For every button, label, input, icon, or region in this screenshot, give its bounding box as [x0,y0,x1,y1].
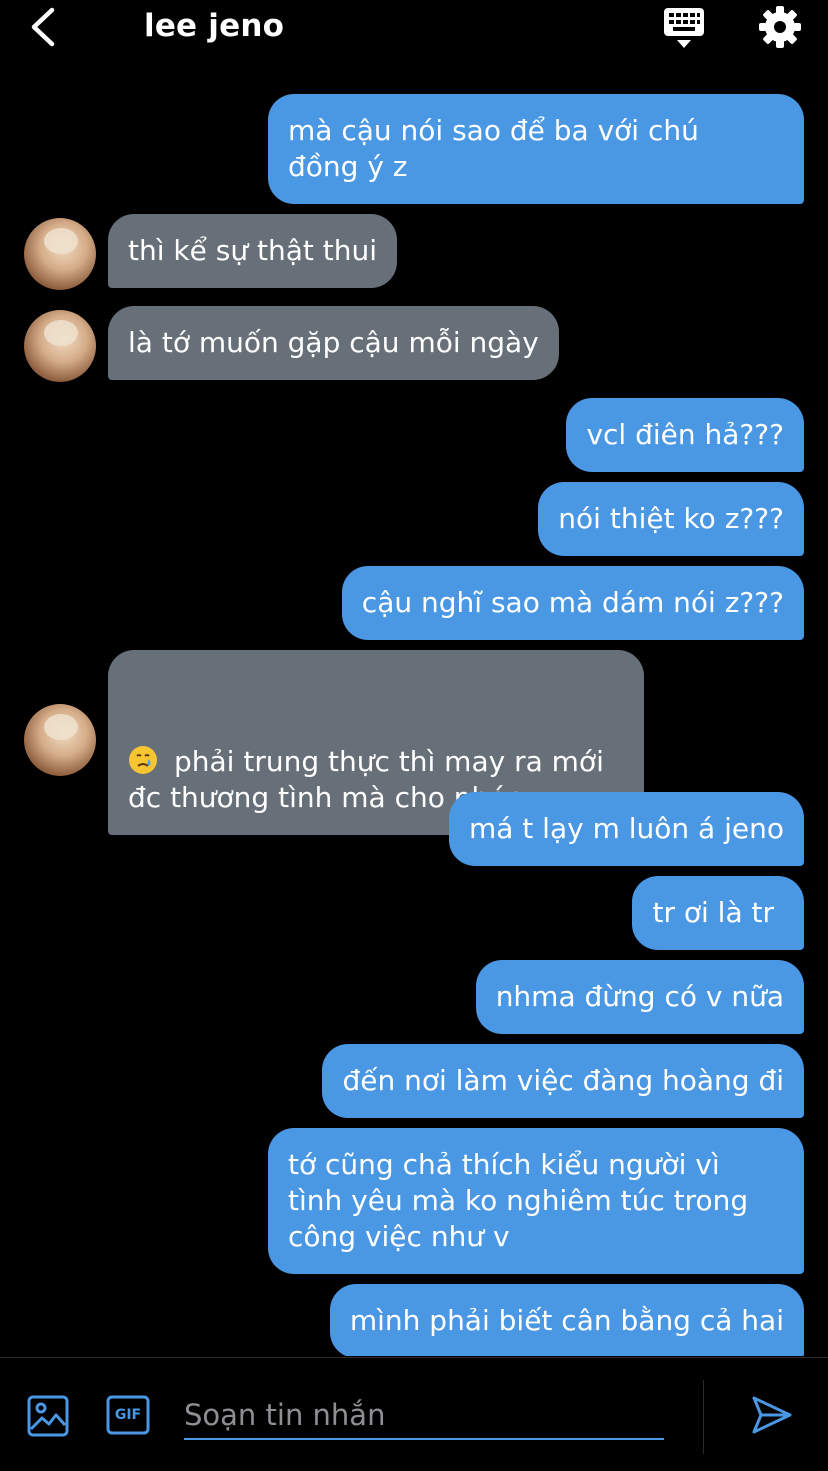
keyboard-icon [664,8,704,48]
sent-message[interactable]: nói thiệt ko z??? [538,482,804,556]
chevron-left-icon [31,7,55,47]
sent-message[interactable]: mà cậu nói sao để ba với chú đồng ý z [268,94,804,204]
sent-message[interactable]: tr ơi là tr [632,876,804,950]
image-icon [27,1395,69,1437]
gear-icon [759,6,801,48]
conversation-title[interactable]: lee jeno [144,6,284,46]
send-icon [752,1396,792,1434]
received-message[interactable]: thì kể sự thật thui [108,214,397,288]
sent-message[interactable]: vcl điên hả??? [566,398,804,472]
gif-button[interactable]: GIF [106,1395,150,1435]
message-input[interactable]: Soạn tin nhắn [184,1390,664,1440]
sent-message[interactable]: mình phải biết cân bằng cả hai [329,1284,804,1356]
gif-label: GIF [114,1407,142,1423]
message-composer: GIF Soạn tin nhắn [0,1357,828,1471]
settings-button[interactable] [756,4,804,50]
contact-avatar[interactable] [24,310,96,382]
crying-face-emoji-icon [128,709,158,774]
sent-message[interactable]: đến nơi làm việc đàng hoàng đi [322,1044,804,1118]
keyboard-toggle-button[interactable] [660,6,708,50]
back-button[interactable] [26,6,66,48]
composer-divider [703,1380,704,1454]
sent-message[interactable]: má t lạy m luôn á jeno [448,792,804,866]
message-list[interactable]: mà cậu nói sao để ba với chú đồng ý z th… [0,56,828,1356]
received-message[interactable]: là tớ muốn gặp cậu mỗi ngày [108,306,559,380]
sent-message[interactable]: cậu nghĩ sao mà dám nói z??? [341,566,804,640]
sent-message[interactable]: nhma đừng có v nữa [475,960,804,1034]
attach-image-button[interactable] [27,1395,69,1437]
contact-avatar[interactable] [24,218,96,290]
conversation-header: lee jeno [0,0,828,56]
send-button[interactable] [750,1394,794,1436]
sent-message[interactable]: tớ cũng chả thích kiểu người vì tình yêu… [268,1128,804,1274]
contact-avatar[interactable] [24,704,96,776]
